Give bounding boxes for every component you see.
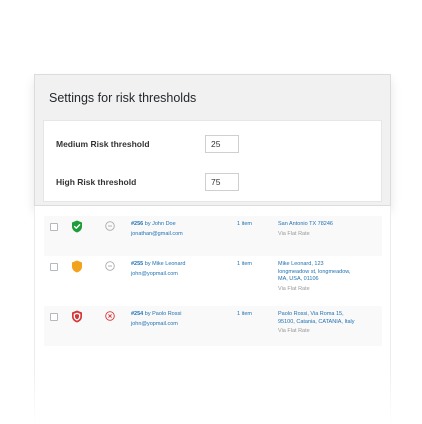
- row-checkbox[interactable]: [50, 313, 58, 321]
- table-row[interactable]: #254 by Paolo Rossi john@yopmail.com 1 i…: [44, 306, 382, 346]
- shipping-method: Via Flat Rate: [278, 328, 310, 334]
- table-row[interactable]: #255 by Mike Leonard john@yopmail.com 1 …: [44, 256, 382, 306]
- orders-table: #256 by John Doe jonathan@gmail.com 1 it…: [44, 216, 382, 346]
- medium-risk-label: Medium Risk threshold: [56, 139, 150, 149]
- order-number-link[interactable]: #254 by Paolo Rossi: [131, 311, 181, 317]
- order-email[interactable]: john@yopmail.com: [131, 321, 178, 327]
- pending-minus-icon: [105, 221, 115, 231]
- shield-warning-icon: [72, 260, 82, 273]
- order-number-link[interactable]: #255 by Mike Leonard: [131, 261, 185, 267]
- row-checkbox[interactable]: [50, 223, 58, 231]
- order-number-link[interactable]: #256 by John Doe: [131, 221, 176, 227]
- settings-card: Medium Risk threshold 25 High Risk thres…: [43, 120, 382, 202]
- shipping-method: Via Flat Rate: [278, 285, 310, 292]
- order-items[interactable]: 1 item: [237, 311, 252, 317]
- shield-danger-icon: [72, 310, 82, 323]
- shipping-address[interactable]: Paolo Rossi, Via Roma 15, 95100, Catania…: [278, 311, 355, 336]
- high-risk-row: High Risk threshold 75: [44, 167, 381, 197]
- risk-settings-panel: Settings for risk thresholds Medium Risk…: [34, 74, 391, 206]
- shipping-address[interactable]: San Antonio TX 78246 Via Flat Rate: [278, 221, 333, 238]
- order-items[interactable]: 1 item: [237, 261, 252, 267]
- medium-risk-row: Medium Risk threshold 25: [44, 129, 381, 159]
- order-email[interactable]: jonathan@gmail.com: [131, 231, 183, 237]
- medium-risk-input[interactable]: 25: [205, 135, 239, 153]
- high-risk-input[interactable]: 75: [205, 173, 239, 191]
- shipping-method: Via Flat Rate: [278, 230, 310, 237]
- order-email[interactable]: john@yopmail.com: [131, 271, 178, 277]
- cancelled-x-icon: [105, 311, 115, 321]
- bottom-fade-overlay: [34, 360, 391, 424]
- shield-check-icon: [72, 220, 82, 233]
- order-items[interactable]: 1 item: [237, 221, 252, 227]
- high-risk-label: High Risk threshold: [56, 177, 137, 187]
- settings-title: Settings for risk thresholds: [49, 91, 197, 105]
- row-checkbox[interactable]: [50, 263, 58, 271]
- table-row[interactable]: #256 by John Doe jonathan@gmail.com 1 it…: [44, 216, 382, 252]
- pending-minus-icon: [105, 261, 115, 271]
- shipping-address[interactable]: Mike Leonard, 123 longmeadow st, longmea…: [278, 261, 350, 293]
